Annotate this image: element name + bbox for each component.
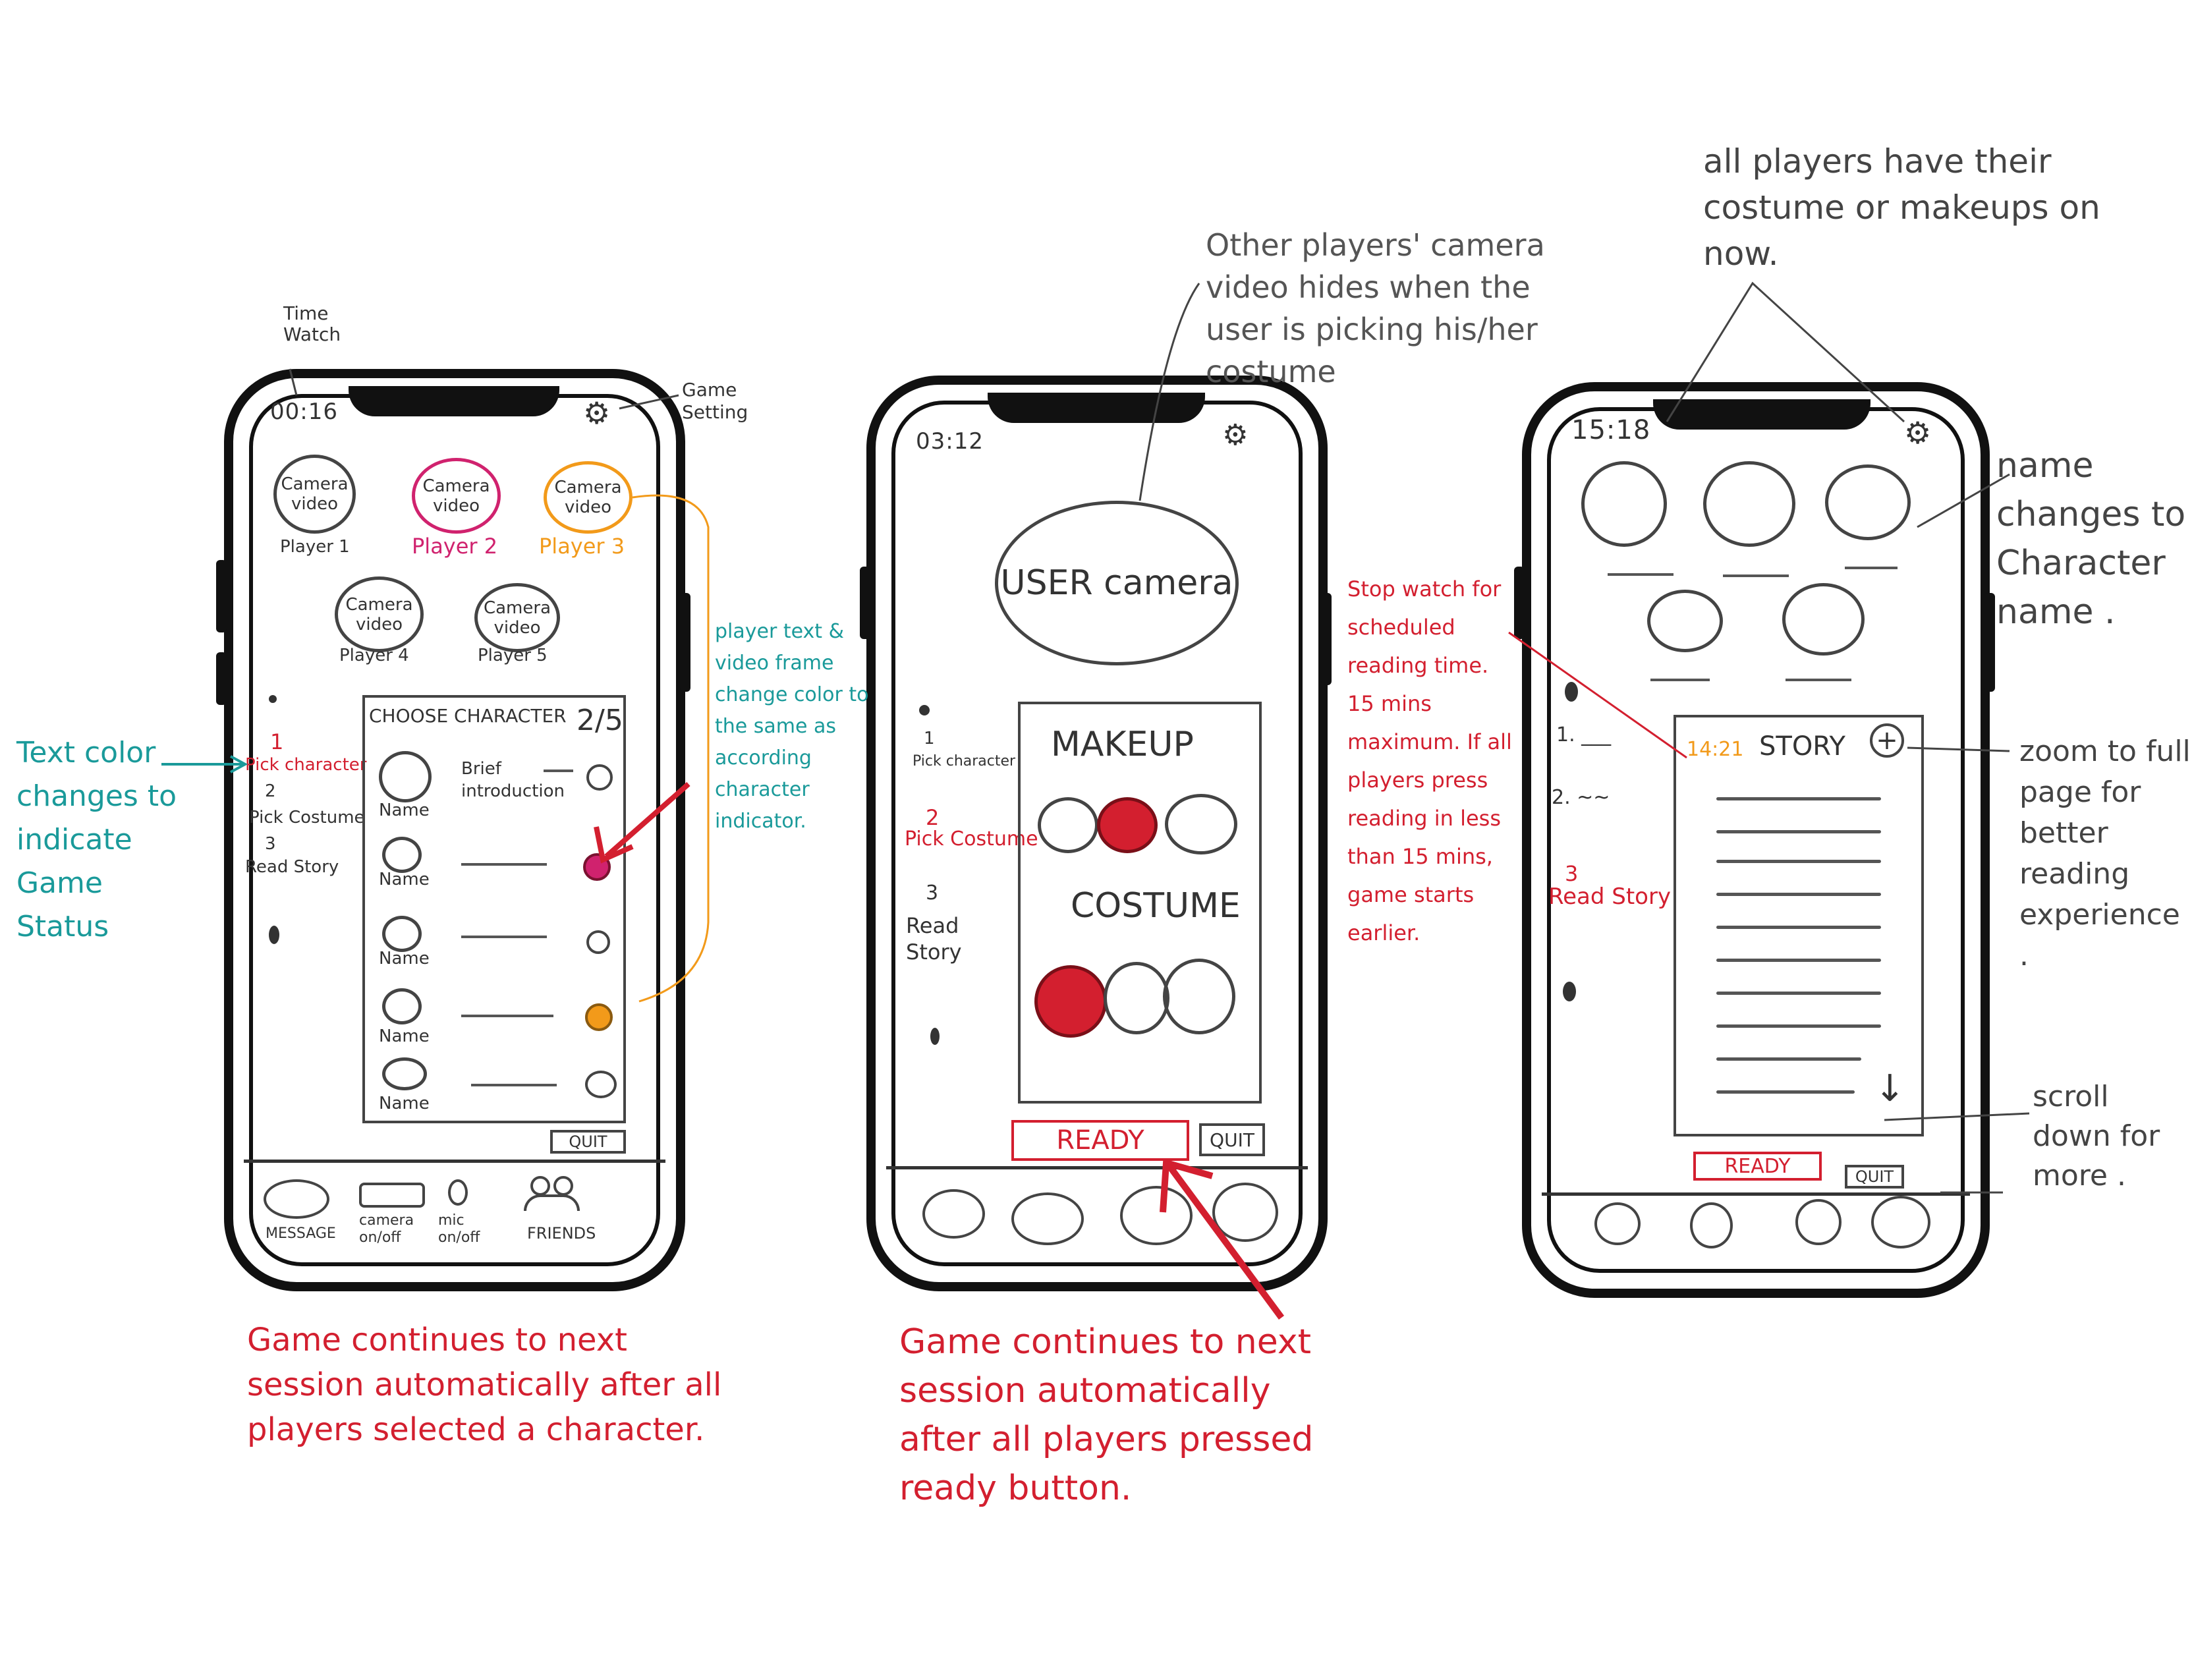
note-name-changes: name changes to Character name .: [1996, 446, 2186, 632]
note-other-players-hidden: Other players' camera video hides when t…: [1206, 227, 1545, 389]
note-zoom: zoom to full page for better reading exp…: [2019, 735, 2191, 972]
note-game-setting: Game Setting: [682, 379, 748, 423]
note-player-text-color: player text & video frame change color t…: [715, 620, 869, 833]
note-time-watch: Time Watch: [283, 302, 341, 345]
caption-phone-1: Game continues to next session automatic…: [247, 1322, 722, 1448]
note-text-color: Text color changes to indicate Game Stat…: [16, 736, 177, 943]
caption-phone-2: Game continues to next session automatic…: [899, 1322, 1314, 1508]
note-all-players-costume: all players have their costume or makeup…: [1703, 142, 2100, 273]
note-stopwatch: Stop watch for scheduled reading time. 1…: [1347, 576, 1512, 945]
note-scroll: scroll down for more .: [2033, 1080, 2160, 1192]
